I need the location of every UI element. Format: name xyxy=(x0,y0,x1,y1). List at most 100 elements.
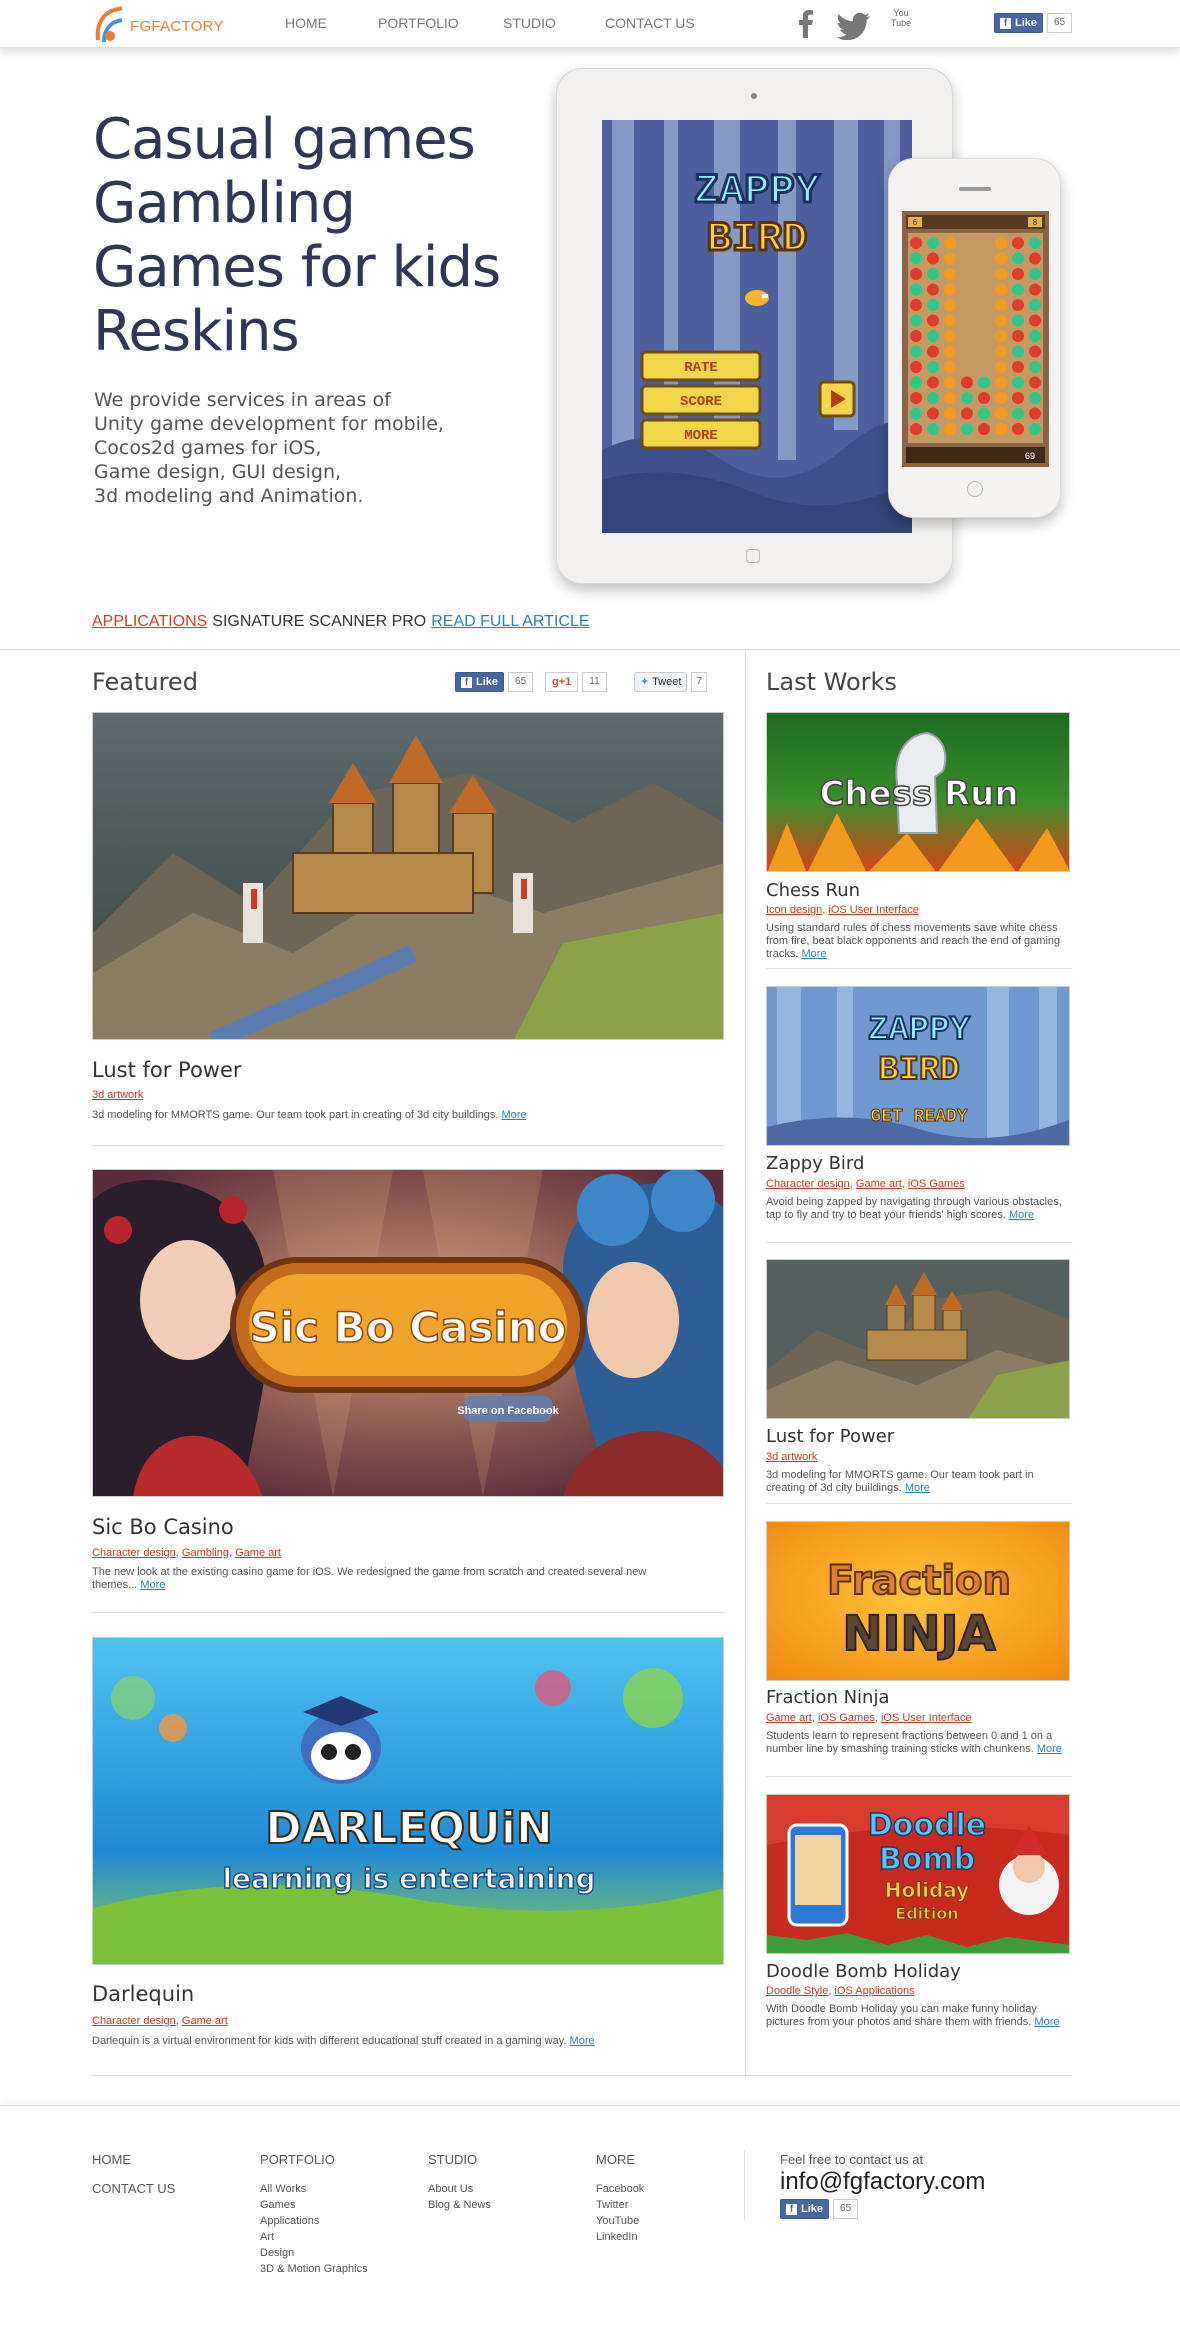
featured-item-title[interactable]: Lust for Power xyxy=(92,1058,242,1082)
gplus-label: +1 xyxy=(558,676,572,688)
featured-item-desc: Darlequin is a virtual environment for k… xyxy=(92,2035,732,2048)
tag-link[interactable]: iOS User Interface xyxy=(828,904,918,916)
footer-like-button[interactable]: f Like xyxy=(780,2199,830,2219)
tag-link[interactable]: iOS Applications xyxy=(835,1985,915,1997)
footer-link[interactable]: LinkedIn xyxy=(596,2229,644,2245)
tag-link[interactable]: Game art xyxy=(235,1547,281,1559)
facebook-icon[interactable] xyxy=(798,10,814,38)
doodle-bomb-image[interactable]: Doodle Bomb Holiday Edition xyxy=(766,1794,1070,1954)
more-link[interactable]: More xyxy=(905,1482,930,1494)
lust-for-power-image[interactable] xyxy=(92,712,724,1040)
tag-link[interactable]: Character design xyxy=(766,1178,850,1190)
bird-icon xyxy=(745,290,769,306)
footer-contact-link[interactable]: CONTACT US xyxy=(92,2181,175,2196)
fraction-logo-text: Fraction xyxy=(827,1558,1011,1604)
footer-link[interactable]: YouTube xyxy=(596,2213,644,2229)
last-work-title[interactable]: Chess Run xyxy=(766,880,860,901)
footer-link[interactable]: Facebook xyxy=(596,2181,644,2197)
gem-tile xyxy=(910,407,922,420)
last-work-title[interactable]: Zappy Bird xyxy=(766,1153,864,1174)
nav-home[interactable]: HOME xyxy=(285,15,327,31)
more-link[interactable]: More xyxy=(1034,2016,1059,2028)
footer-link[interactable]: Twitter xyxy=(596,2197,644,2213)
gplus-count: 11 xyxy=(582,672,607,692)
tag-link[interactable]: 3d artwork xyxy=(92,1089,143,1101)
tag-link[interactable]: Character design xyxy=(92,2015,176,2027)
gem-tile xyxy=(995,299,1007,311)
gem-tile xyxy=(927,423,939,435)
footer-link[interactable]: All Works xyxy=(260,2181,368,2197)
footer-link[interactable]: Applications xyxy=(260,2213,368,2229)
tweet-button[interactable]: ✦ Tweet xyxy=(634,672,688,692)
tag-link[interactable]: Game art xyxy=(856,1178,902,1190)
twitter-icon[interactable] xyxy=(837,12,871,40)
lust-for-power-thumb[interactable] xyxy=(766,1259,1070,1419)
gem-tile xyxy=(961,407,973,420)
gplus-button[interactable]: g+1 xyxy=(545,672,579,692)
footer-home-link[interactable]: HOME xyxy=(92,2152,175,2167)
nav-portfolio[interactable]: PORTFOLIO xyxy=(378,15,459,31)
gem-tile xyxy=(1029,268,1041,280)
more-link[interactable]: More xyxy=(1037,1743,1062,1755)
more-link[interactable]: More xyxy=(801,948,826,960)
logo[interactable]: FGFACTORY xyxy=(92,4,232,44)
fraction-ninja-image[interactable]: Fraction NINJA xyxy=(766,1521,1070,1681)
nav-studio[interactable]: STUDIO xyxy=(503,15,556,31)
more-link[interactable]: More xyxy=(570,2035,595,2047)
last-work-desc: Using standard rules of chess movements … xyxy=(766,922,1074,961)
tag-link[interactable]: Game art xyxy=(766,1712,812,1724)
youtube-icon[interactable]: You Tube xyxy=(888,8,914,36)
footer-more-heading[interactable]: MORE xyxy=(596,2152,644,2167)
footer-like-widget: f Like 65 xyxy=(780,2199,859,2219)
more-link[interactable]: More xyxy=(501,1109,526,1121)
tag-link[interactable]: iOS User Interface xyxy=(881,1712,971,1724)
zappy-bird-image[interactable]: ZAPPY BIRD GET READY xyxy=(766,986,1070,1146)
tag-link[interactable]: Doodle Style xyxy=(766,1985,828,1997)
play-button[interactable] xyxy=(818,380,856,418)
more-link[interactable]: More xyxy=(1009,1209,1034,1221)
footer-link[interactable]: Design xyxy=(260,2245,368,2261)
hero-desc-line: Cocos2d games for iOS, xyxy=(94,437,322,459)
tag-link[interactable]: Character design xyxy=(92,1547,176,1559)
footer-link[interactable]: Games xyxy=(260,2197,368,2213)
tag-link[interactable]: Game art xyxy=(182,2015,228,2027)
footer-studio-heading[interactable]: STUDIO xyxy=(428,2152,491,2167)
footer-link[interactable]: Blog & News xyxy=(428,2197,491,2213)
gem-tile xyxy=(944,314,956,327)
featured-item-title[interactable]: Sic Bo Casino xyxy=(92,1515,234,1539)
news-ticker: APPLICATIONS SIGNATURE SCANNER PRO READ FU… xyxy=(92,613,590,631)
ticker-category-link[interactable]: APPLICATIONS xyxy=(92,613,207,630)
nav-contact-us[interactable]: CONTACT US xyxy=(605,15,695,31)
last-work-title[interactable]: Lust for Power xyxy=(766,1426,894,1447)
header-like-button[interactable]: f Like xyxy=(994,13,1044,33)
chess-run-image[interactable]: Chess Run xyxy=(766,712,1070,872)
footer-col-main: HOME CONTACT US xyxy=(92,2152,175,2210)
last-work-title[interactable]: Doodle Bomb Holiday xyxy=(766,1961,961,1982)
score-button[interactable]: SCORE xyxy=(640,384,762,416)
featured-item-desc-text: The new look at the existing casino game… xyxy=(92,1566,647,1591)
last-work-title[interactable]: Fraction Ninja xyxy=(766,1687,889,1708)
tag-link[interactable]: Gambling xyxy=(182,1547,229,1559)
footer-link[interactable]: 3D & Motion Graphics xyxy=(260,2261,368,2277)
tag-link[interactable]: iOS Games xyxy=(908,1178,965,1190)
more-link[interactable]: More xyxy=(140,1579,165,1591)
featured-item-desc: The new look at the existing casino game… xyxy=(92,1566,692,1592)
tag-link[interactable]: iOS Games xyxy=(818,1712,875,1724)
footer-link[interactable]: Art xyxy=(260,2229,368,2245)
featured-item-title[interactable]: Darlequin xyxy=(92,1982,194,2006)
more-button[interactable]: MORE xyxy=(640,418,762,450)
footer-link[interactable]: About Us xyxy=(428,2181,491,2197)
featured-like-button[interactable]: f Like xyxy=(455,672,505,692)
contact-email-link[interactable]: info@fgfactory.com xyxy=(780,2168,985,2196)
footer-portfolio-heading[interactable]: PORTFOLIO xyxy=(260,2152,368,2167)
darlequin-image[interactable]: DARLEQUiN learning is entertaining xyxy=(92,1637,724,1965)
ipad-camera xyxy=(751,93,757,99)
gem-tile xyxy=(1012,237,1024,249)
ticker-read-more-link[interactable]: READ FULL ARTICLE xyxy=(431,613,589,630)
tag-link[interactable]: Icon design xyxy=(766,904,822,916)
logo-mark-icon xyxy=(95,6,123,43)
gem-tile xyxy=(1012,314,1024,327)
tag-link[interactable]: 3d artwork xyxy=(766,1451,817,1463)
sic-bo-casino-image[interactable]: Sic Bo Casino Share on Facebook xyxy=(92,1169,724,1497)
rate-button[interactable]: RATE xyxy=(640,350,762,382)
